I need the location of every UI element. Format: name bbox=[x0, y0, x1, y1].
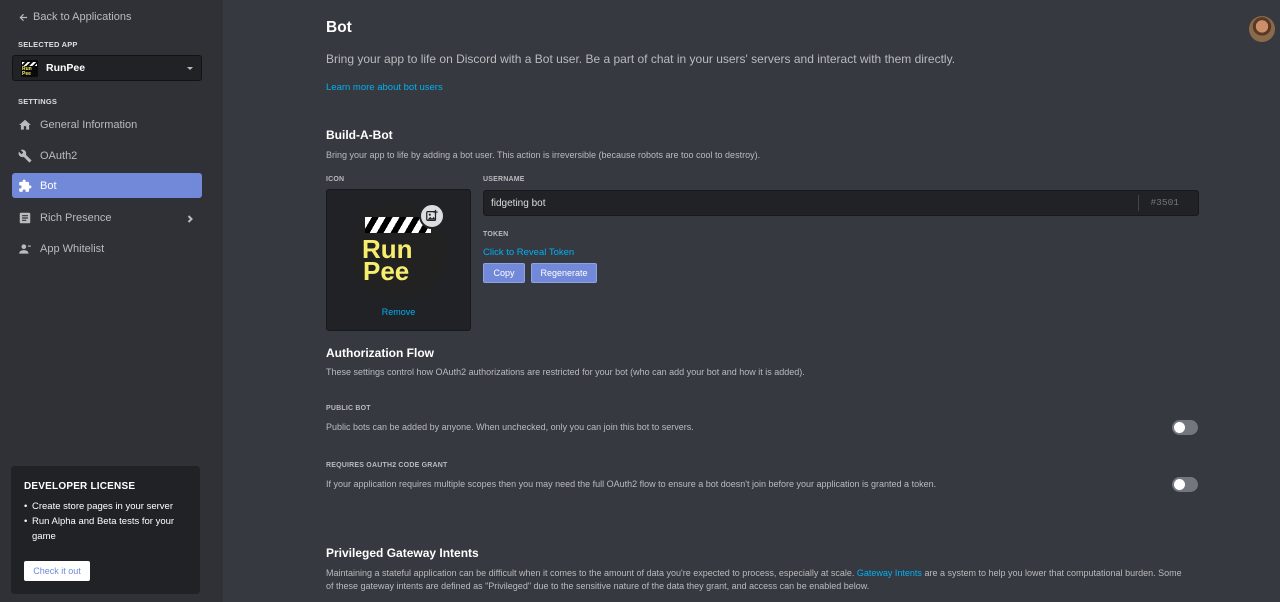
authorization-flow-desc: These settings control how OAuth2 author… bbox=[326, 367, 805, 377]
gateway-desc-text: are a system to help you lower that comp… bbox=[924, 568, 1123, 578]
gateway-intents-title: Privileged Gateway Intents bbox=[326, 546, 479, 560]
code-grant-toggle[interactable] bbox=[1172, 477, 1198, 492]
license-points: Create store pages in your server Run Al… bbox=[24, 499, 187, 544]
sidebar-item-label: OAuth2 bbox=[40, 149, 78, 162]
upload-image-icon[interactable] bbox=[419, 203, 445, 229]
username-label: USERNAME bbox=[483, 176, 525, 183]
avatar-logo-pee: Pee bbox=[363, 256, 410, 286]
gateway-intents-link[interactable]: Gateway Intents bbox=[857, 568, 922, 578]
list-item: Run Alpha and Beta tests for your game bbox=[24, 514, 187, 544]
username-field[interactable]: #3501 bbox=[483, 190, 1199, 216]
app-selector[interactable]: Run Pee RunPee bbox=[12, 55, 202, 81]
back-to-applications-link[interactable]: Back to Applications bbox=[19, 11, 131, 23]
main-content: Bot Bring your app to life on Discord wi… bbox=[223, 0, 1280, 602]
sidebar-item-label: General Information bbox=[40, 118, 138, 131]
icon-label: ICON bbox=[326, 176, 345, 183]
username-input[interactable] bbox=[491, 191, 1121, 215]
remove-icon-link[interactable]: Remove bbox=[327, 307, 470, 317]
app-icon: Run Pee bbox=[21, 59, 38, 77]
sidebar-item-oauth2[interactable]: OAuth2 bbox=[12, 143, 202, 168]
puzzle-icon bbox=[19, 179, 32, 192]
check-it-out-button[interactable]: Check it out bbox=[24, 561, 90, 581]
public-bot-desc: Public bots can be added by anyone. When… bbox=[326, 422, 694, 432]
sidebar-item-label: Rich Presence bbox=[40, 211, 112, 224]
developer-license-card: DEVELOPER LICENSE Create store pages in … bbox=[11, 466, 200, 594]
sidebar: Back to Applications SELECTED APP Run Pee… bbox=[0, 0, 223, 602]
copy-button[interactable]: Copy bbox=[483, 263, 525, 283]
bot-icon-uploader[interactable]: Run Pee Remove bbox=[326, 189, 471, 331]
sidebar-item-label: App Whitelist bbox=[40, 242, 105, 255]
wrench-icon bbox=[18, 149, 32, 162]
sidebar-item-label: Bot bbox=[40, 179, 57, 192]
build-a-bot-title: Build-A-Bot bbox=[326, 128, 393, 142]
page-intro: Bring your app to life on Discord with a… bbox=[326, 52, 956, 66]
code-grant-desc: If your application requires multiple sc… bbox=[326, 479, 937, 489]
gateway-desc-text: Maintaining a stateful application can b… bbox=[326, 568, 855, 578]
person-icon bbox=[19, 243, 31, 254]
public-bot-toggle[interactable] bbox=[1172, 420, 1198, 435]
back-label: Back to Applications bbox=[33, 11, 132, 23]
selected-app-label: SELECTED APP bbox=[18, 40, 78, 49]
chevron-down-icon bbox=[187, 66, 193, 70]
code-grant-label: REQUIRES OAUTH2 CODE GRANT bbox=[326, 462, 448, 469]
sidebar-item-rich-presence[interactable]: Rich Presence bbox=[12, 205, 202, 230]
chevron-right-icon bbox=[186, 214, 194, 223]
token-label: TOKEN bbox=[483, 231, 509, 238]
gateway-intents-desc: Maintaining a stateful application can b… bbox=[326, 567, 1186, 593]
build-a-bot-desc: Bring your app to life by adding a bot u… bbox=[326, 150, 761, 160]
license-title: DEVELOPER LICENSE bbox=[24, 481, 136, 492]
app-name: RunPee bbox=[46, 62, 86, 74]
sidebar-item-bot[interactable]: Bot bbox=[12, 173, 202, 198]
regenerate-button[interactable]: Regenerate bbox=[531, 263, 597, 283]
sidebar-item-app-whitelist[interactable]: App Whitelist bbox=[12, 236, 202, 261]
learn-more-link[interactable]: Learn more about bot users bbox=[326, 82, 443, 93]
arrow-left-icon bbox=[19, 13, 28, 21]
public-bot-label: PUBLIC BOT bbox=[326, 405, 371, 412]
sidebar-item-general-information[interactable]: General Information bbox=[12, 112, 202, 137]
discriminator: #3501 bbox=[1138, 195, 1198, 211]
settings-label: SETTINGS bbox=[18, 97, 58, 106]
user-avatar[interactable] bbox=[1249, 16, 1275, 42]
authorization-flow-title: Authorization Flow bbox=[326, 346, 434, 360]
home-icon bbox=[19, 119, 31, 130]
reveal-token-link[interactable]: Click to Reveal Token bbox=[483, 247, 574, 258]
document-icon bbox=[19, 212, 31, 223]
list-item: Create store pages in your server bbox=[24, 499, 187, 514]
page-title: Bot bbox=[326, 19, 352, 36]
